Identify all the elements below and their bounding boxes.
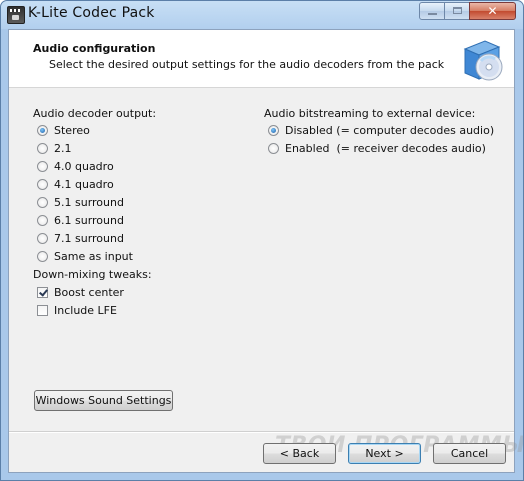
radio-bitstream-enabled[interactable]: Enabled (= receiver decodes audio) [268, 140, 486, 156]
checkbox-label: Include LFE [54, 303, 117, 317]
bitstreaming-label: Audio bitstreaming to external device: [264, 107, 476, 120]
checkbox-boost-center[interactable]: Boost center [37, 284, 124, 300]
radio-label: 6.1 surround [54, 213, 124, 227]
decoder-output-label: Audio decoder output: [33, 107, 157, 120]
page-subtitle: Select the desired output settings for t… [49, 58, 445, 71]
checkbox[interactable] [37, 304, 48, 316]
radio-4-1-quadro[interactable]: 4.1 quadro [37, 176, 114, 192]
installer-disc-icon [463, 40, 503, 81]
radio-button[interactable] [37, 250, 48, 262]
radio-label: Same as input [54, 249, 133, 263]
maximize-button[interactable] [444, 2, 470, 20]
close-button[interactable]: ✕ [469, 2, 516, 20]
radio-button[interactable] [37, 196, 48, 208]
cancel-button[interactable]: Cancel [433, 443, 506, 464]
radio-button[interactable] [268, 124, 279, 136]
film-clapper-icon [7, 6, 25, 24]
maximize-icon [453, 7, 462, 14]
radio-label: 7.1 surround [54, 231, 124, 245]
checkbox[interactable] [37, 286, 48, 298]
minimize-button[interactable] [419, 2, 445, 20]
windows-sound-settings-button[interactable]: Windows Sound Settings [34, 390, 173, 411]
radio-same-as-input[interactable]: Same as input [37, 248, 133, 264]
radio-label: 5.1 surround [54, 195, 124, 209]
radio-label: Enabled (= receiver decodes audio) [285, 141, 486, 155]
radio-4-0-quadro[interactable]: 4.0 quadro [37, 158, 114, 174]
radio-label: Stereo [54, 123, 90, 137]
radio-button[interactable] [37, 124, 48, 136]
dialog-body: Audio configuration Select the desired o… [8, 29, 523, 473]
radio-label: 4.0 quadro [54, 159, 114, 173]
minimize-icon [428, 13, 437, 15]
radio-label: Disabled (= computer decodes audio) [285, 123, 495, 137]
radio-2-1[interactable]: 2.1 [37, 140, 72, 156]
radio-label: 4.1 quadro [54, 177, 114, 191]
radio-button[interactable] [37, 142, 48, 154]
radio-button[interactable] [37, 178, 48, 190]
page-header: Audio configuration Select the desired o… [9, 30, 514, 88]
window-title: K-Lite Codec Pack [28, 5, 155, 21]
radio-label: 2.1 [54, 141, 72, 155]
radio-button[interactable] [37, 214, 48, 226]
radio-button[interactable] [268, 142, 279, 154]
radio-6-1-surround[interactable]: 6.1 surround [37, 212, 124, 228]
radio-stereo[interactable]: Stereo [37, 122, 90, 138]
radio-button[interactable] [37, 232, 48, 244]
downmix-label: Down-mixing tweaks: [33, 268, 152, 281]
radio-bitstream-disabled[interactable]: Disabled (= computer decodes audio) [268, 122, 494, 138]
title-bar[interactable]: K-Lite Codec Pack ✕ [1, 1, 523, 28]
checkbox-include-lfe[interactable]: Include LFE [37, 302, 117, 318]
radio-5-1-surround[interactable]: 5.1 surround [37, 194, 124, 210]
checkbox-label: Boost center [54, 285, 124, 299]
next-button[interactable]: Next > [348, 443, 421, 464]
radio-7-1-surround[interactable]: 7.1 surround [37, 230, 124, 246]
back-button[interactable]: < Back [263, 443, 336, 464]
installer-window: K-Lite Codec Pack ✕ Audio configuration … [0, 0, 524, 481]
close-icon: ✕ [487, 4, 498, 18]
page-title: Audio configuration [33, 42, 156, 55]
radio-button[interactable] [37, 160, 48, 172]
